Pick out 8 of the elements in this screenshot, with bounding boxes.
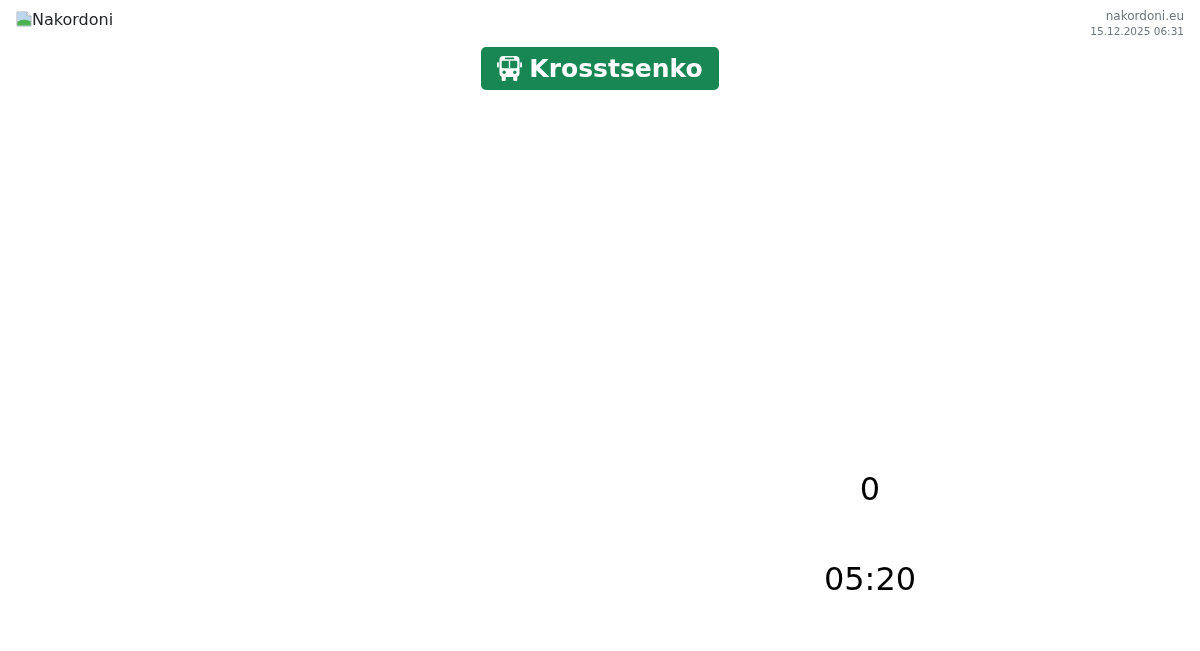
site-name: nakordoni.eu	[1105, 9, 1184, 24]
route-name: Krosstsenko	[529, 53, 703, 84]
stat-value: 0	[859, 469, 881, 509]
bus-icon	[497, 56, 523, 81]
logo-alt-text: Nakordoni	[32, 9, 114, 31]
timestamp: 15.12.2025 06:31	[1090, 24, 1184, 39]
stat-value: 05:20	[823, 559, 917, 599]
broken-image-icon	[16, 10, 32, 27]
